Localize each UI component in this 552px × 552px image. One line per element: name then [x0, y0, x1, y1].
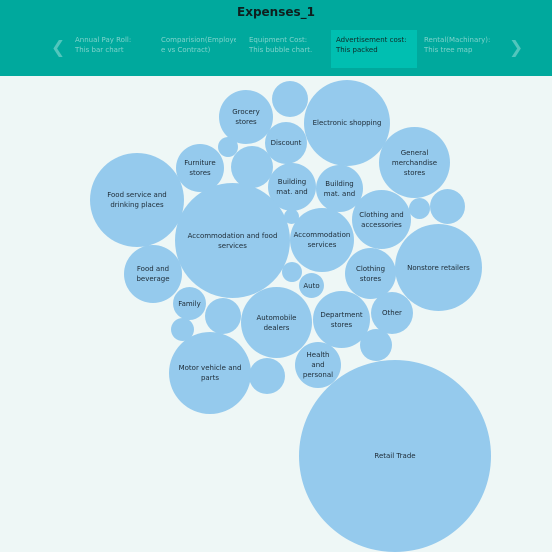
bubble[interactable] [360, 329, 392, 361]
bubble[interactable] [249, 358, 285, 394]
bubble-label: Grocery stores [232, 108, 260, 126]
tab-advertisement-cost[interactable]: Advertisement cost: This packed [331, 30, 417, 68]
tab-equipment-cost[interactable]: Equipment Cost: This bubble chart. [244, 30, 324, 68]
bubble-label: Retail Trade [374, 452, 416, 460]
bubble-label: Clothing stores [355, 264, 386, 283]
bubble-label: Electronic shopping [312, 119, 382, 127]
bubble-label: Automobile dealers [256, 313, 297, 332]
bubble-label: Building mat. and [276, 178, 308, 196]
tab-annual-pay-roll[interactable]: Annual Pay Roll: This bar chart [70, 30, 150, 68]
bubble-label: Nonstore retailers [407, 263, 470, 272]
bubble-label: Food service and drinking places [107, 191, 167, 209]
bubble-label: Family [178, 299, 201, 308]
bubble[interactable] [430, 189, 465, 224]
bubble-food-and-beverage[interactable]: Food and beverage [124, 245, 182, 303]
tab-rental-machinary[interactable]: Rental(Machinary): This tree map [419, 30, 499, 68]
bubble[interactable] [231, 146, 273, 188]
chevron-left-icon[interactable]: ❮ [51, 38, 65, 58]
packed-bubble-chart: Grocery stores Electronic shopping Disco… [0, 76, 552, 552]
bubble-label: Building mat. and [323, 179, 356, 198]
tab-comparision[interactable]: Comparision(Employe e vs Contract) [156, 30, 236, 68]
bubble-label: Accommodation services [293, 231, 351, 249]
bubble-label: Food and beverage [136, 265, 170, 283]
bubble-clothing-and-accessories[interactable]: Clothing and accessories [352, 190, 411, 249]
bubble-label: Discount [270, 139, 302, 147]
bubble-family[interactable]: Family [173, 287, 206, 320]
bubble-label: General merchandise stores [391, 148, 438, 177]
bubble-accommodation-services[interactable]: Accommodation services [290, 208, 354, 272]
bubble-label: Accommodation and food services [187, 231, 278, 250]
bubble-label: Motor vehicle and parts [178, 364, 242, 382]
bubble-label: Clothing and accessories [359, 210, 404, 229]
bubble[interactable] [272, 81, 308, 117]
bubble-label: Health and personal [302, 351, 334, 379]
bubble-other[interactable]: Other [371, 292, 413, 334]
bubble-grocery-stores[interactable]: Grocery stores [219, 90, 273, 144]
bubble-auto[interactable]: Auto [299, 273, 324, 298]
bubble-label: Furniture stores [184, 159, 216, 177]
bubble-general-merchandise-stores[interactable]: General merchandise stores [379, 127, 450, 198]
bubble-food-service-and-drinking-places[interactable]: Food service and drinking places [90, 153, 184, 247]
chevron-right-icon[interactable]: ❯ [509, 38, 523, 58]
page-title: Expenses_1 [237, 5, 315, 19]
bubble-label: Other [382, 309, 402, 317]
bubble-motor-vehicle-and-parts[interactable]: Motor vehicle and parts [169, 332, 251, 414]
bubble-accommodation-and-food-services[interactable]: Accommodation and food services [175, 183, 290, 298]
bubble-retail-trade[interactable]: Retail Trade [299, 360, 491, 552]
bubble-nonstore-retailers[interactable]: Nonstore retailers [395, 224, 482, 311]
bubble-electronic-shopping[interactable]: Electronic shopping [304, 80, 390, 166]
bubble-discount[interactable]: Discount [265, 122, 307, 164]
bubble-label: Auto [303, 281, 320, 290]
bubble-label: Department stores [320, 310, 363, 329]
bubble[interactable] [282, 262, 302, 282]
bubble[interactable] [409, 198, 430, 219]
bubble[interactable] [205, 298, 241, 334]
header-bar: Expenses_1 ❮ Annual Pay Roll: This bar c… [0, 0, 552, 76]
